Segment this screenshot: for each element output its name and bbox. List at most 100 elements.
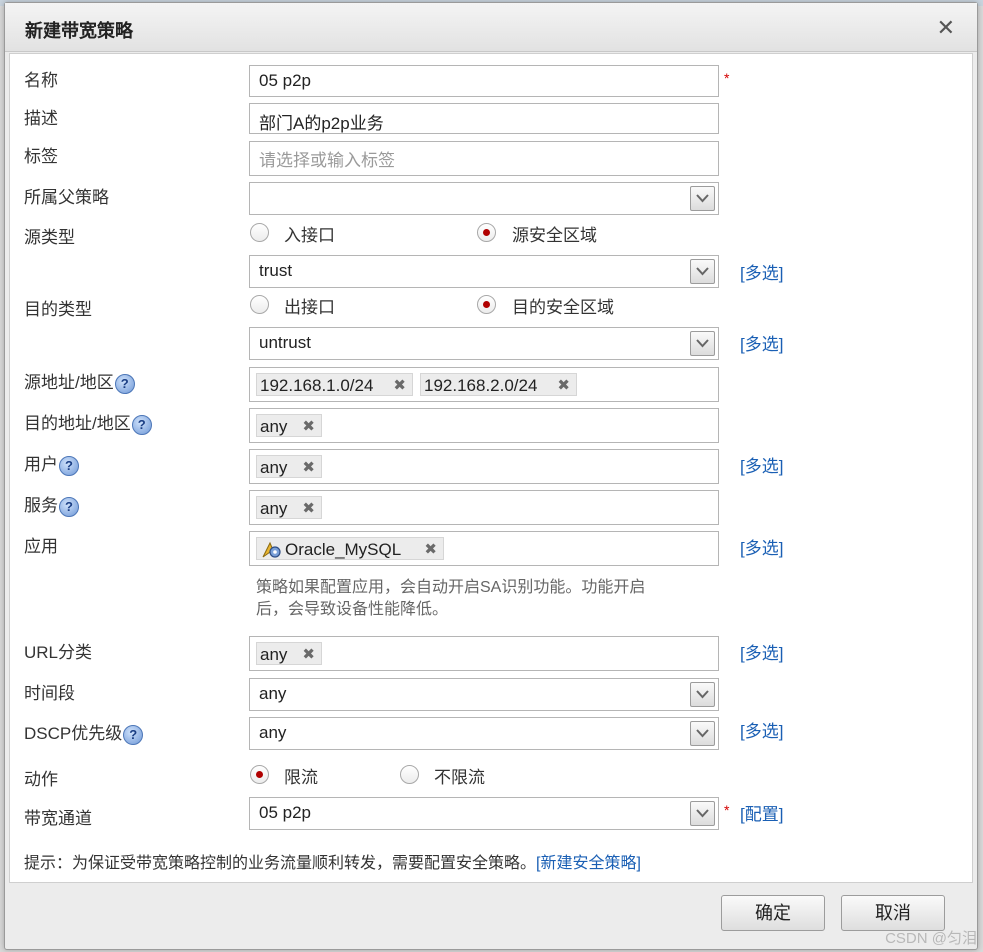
service-input[interactable]: any ✖ xyxy=(249,490,719,525)
radio-source-zone-label: 源安全区域 xyxy=(512,226,597,245)
radio-ingress-interface[interactable] xyxy=(250,223,269,242)
radio-source-zone[interactable] xyxy=(477,223,496,242)
time-range-value: any xyxy=(259,684,287,703)
application-input[interactable]: Oracle_MySQL ✖ xyxy=(249,531,719,566)
action-label: 动作 xyxy=(24,770,58,789)
source-zone-value: trust xyxy=(259,261,293,280)
source-type-label: 源类型 xyxy=(24,228,75,247)
close-icon[interactable]: ✕ xyxy=(937,15,955,41)
time-range-label: 时间段 xyxy=(24,684,75,703)
service-tag-text: any xyxy=(260,499,288,518)
dscp-label-text: DSCP优先级 xyxy=(24,724,123,743)
remove-tag-icon[interactable]: ✖ xyxy=(393,374,406,397)
help-icon[interactable]: ? xyxy=(123,724,144,745)
description-input[interactable]: 部门A的p2p业务 xyxy=(249,103,719,134)
dest-address-tag: any ✖ xyxy=(256,414,322,437)
help-icon[interactable]: ? xyxy=(59,455,79,476)
tag-placeholder: 请选择或输入标签 xyxy=(259,151,395,170)
bandwidth-channel-config-link[interactable]: [配置] xyxy=(740,800,783,825)
application-label: 应用 xyxy=(24,537,58,556)
remove-tag-icon[interactable]: ✖ xyxy=(424,538,437,561)
dest-zone-multi-select-link[interactable]: [多选] xyxy=(740,330,783,355)
user-multi-select-link[interactable]: [多选] xyxy=(740,452,783,477)
time-range-select[interactable]: any xyxy=(249,678,719,711)
remove-tag-icon[interactable]: ✖ xyxy=(302,643,315,666)
remove-tag-icon[interactable]: ✖ xyxy=(302,497,315,520)
parent-policy-label: 所属父策略 xyxy=(24,188,109,207)
user-input[interactable]: any ✖ xyxy=(249,449,719,484)
radio-rate-limit[interactable] xyxy=(250,765,269,784)
dialog-titlebar: 新建带宽策略 ✕ xyxy=(5,3,977,52)
radio-egress-interface-label: 出接口 xyxy=(284,298,335,317)
security-policy-tip: 提示：为保证受带宽策略控制的业务流量顺利转发，需要配置安全策略。[新建安全策略] xyxy=(24,849,641,873)
chevron-down-icon[interactable] xyxy=(690,721,715,746)
user-tag: any ✖ xyxy=(256,455,322,478)
dest-address-input[interactable]: any ✖ xyxy=(249,408,719,443)
user-label-text: 用户 xyxy=(24,455,58,474)
dest-type-label: 目的类型 xyxy=(24,300,92,319)
service-tag: any ✖ xyxy=(256,496,322,519)
remove-tag-icon[interactable]: ✖ xyxy=(557,374,570,397)
new-security-policy-link[interactable]: [新建安全策略] xyxy=(536,855,641,872)
dest-zone-value: untrust xyxy=(259,333,311,352)
application-multi-select-link[interactable]: [多选] xyxy=(740,534,783,559)
description-value: 部门A的p2p业务 xyxy=(259,114,384,133)
help-icon[interactable]: ? xyxy=(131,414,152,435)
help-icon[interactable]: ? xyxy=(59,496,79,517)
bandwidth-channel-value: 05 p2p xyxy=(259,803,311,822)
dest-address-label-text: 目的地址/地区 xyxy=(24,414,131,433)
radio-dest-zone[interactable] xyxy=(477,295,496,314)
source-zone-select[interactable]: trust xyxy=(249,255,719,288)
dscp-label: DSCP优先级? xyxy=(24,719,144,745)
dscp-value: any xyxy=(259,723,287,742)
url-category-label: URL分类 xyxy=(24,643,93,662)
source-address-input[interactable]: 192.168.1.0/24 ✖ 192.168.2.0/24 ✖ xyxy=(249,367,719,402)
bandwidth-channel-select[interactable]: 05 p2p xyxy=(249,797,719,830)
application-tag-text: Oracle_MySQL xyxy=(285,540,402,559)
url-category-multi-select-link[interactable]: [多选] xyxy=(740,639,783,664)
cancel-button[interactable]: 取消 xyxy=(841,895,945,931)
url-category-tag: any ✖ xyxy=(256,642,322,665)
radio-no-rate-limit-label: 不限流 xyxy=(434,768,485,787)
url-category-tag-text: any xyxy=(260,645,288,664)
source-zone-multi-select-link[interactable]: [多选] xyxy=(740,259,783,284)
source-address-tag: 192.168.1.0/24 ✖ xyxy=(256,373,413,396)
source-address-tag-text: 192.168.1.0/24 xyxy=(260,376,374,395)
watermark: CSDN @匀泪 xyxy=(885,930,977,947)
tag-label: 标签 xyxy=(24,147,58,166)
source-address-tag: 192.168.2.0/24 ✖ xyxy=(420,373,577,396)
url-category-input[interactable]: any ✖ xyxy=(249,636,719,671)
radio-egress-interface[interactable] xyxy=(250,295,269,314)
application-icon xyxy=(261,540,283,565)
remove-tag-icon[interactable]: ✖ xyxy=(302,415,315,438)
help-icon[interactable]: ? xyxy=(114,373,135,394)
tag-input[interactable]: 请选择或输入标签 xyxy=(249,141,719,176)
user-tag-text: any xyxy=(260,458,288,477)
chevron-down-icon[interactable] xyxy=(690,186,715,211)
chevron-down-icon[interactable] xyxy=(690,331,715,356)
chevron-down-icon[interactable] xyxy=(690,682,715,707)
form-area: 名称 05 p2p * 描述 部门A的p2p业务 标签 请选择或输入标签 所属父… xyxy=(9,53,973,883)
user-label: 用户? xyxy=(24,450,79,476)
parent-policy-select[interactable] xyxy=(249,182,719,215)
new-bandwidth-policy-dialog: 新建带宽策略 ✕ 名称 05 p2p * 描述 部门A的p2p业务 标签 请选择… xyxy=(4,2,978,950)
source-address-label: 源地址/地区? xyxy=(24,368,135,394)
dscp-multi-select-link[interactable]: [多选] xyxy=(740,717,783,742)
radio-ingress-interface-label: 入接口 xyxy=(284,226,335,245)
service-label: 服务? xyxy=(24,491,79,517)
radio-dest-zone-label: 目的安全区域 xyxy=(512,298,614,317)
remove-tag-icon[interactable]: ✖ xyxy=(302,456,315,479)
description-label: 描述 xyxy=(24,109,58,128)
chevron-down-icon[interactable] xyxy=(690,259,715,284)
dest-address-tag-text: any xyxy=(260,417,288,436)
name-input[interactable]: 05 p2p xyxy=(249,65,719,97)
ok-button[interactable]: 确定 xyxy=(721,895,825,931)
dialog-footer: 确定 取消 xyxy=(5,883,977,949)
dest-zone-select[interactable]: untrust xyxy=(249,327,719,360)
dscp-select[interactable]: any xyxy=(249,717,719,750)
service-label-text: 服务 xyxy=(24,496,58,515)
radio-no-rate-limit[interactable] xyxy=(400,765,419,784)
name-value: 05 p2p xyxy=(259,71,311,90)
application-hint: 策略如果配置应用，会自动开启SA识别功能。功能开启 后，会导致设备性能降低。 xyxy=(256,577,706,621)
chevron-down-icon[interactable] xyxy=(690,801,715,826)
